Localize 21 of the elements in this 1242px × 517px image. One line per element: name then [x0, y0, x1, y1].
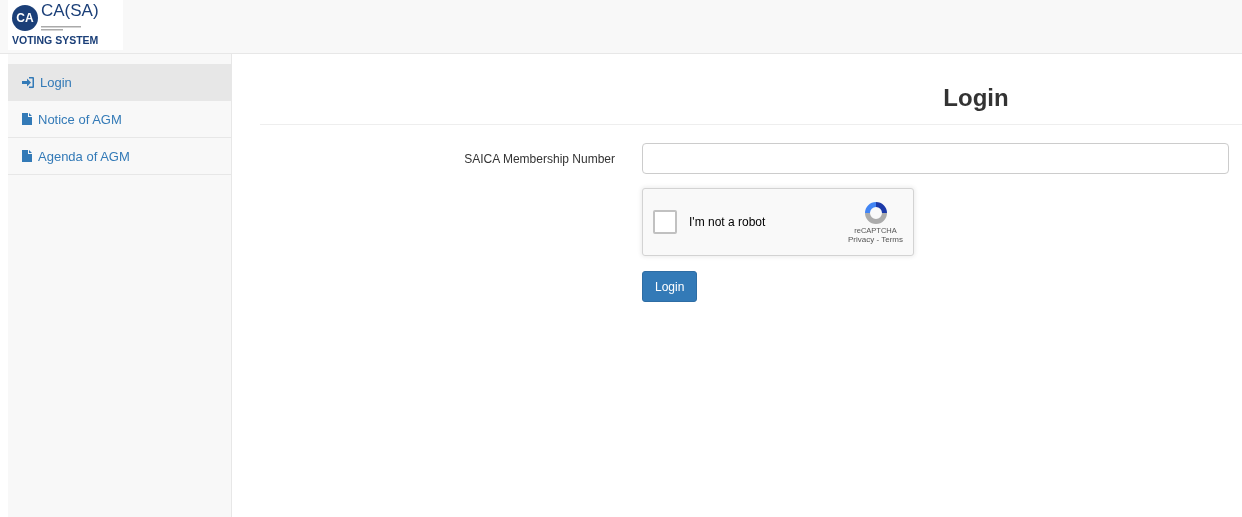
sidebar-item-label: Login — [40, 74, 72, 90]
sidebar-item[interactable]: Agenda of AGM — [8, 138, 231, 175]
sign-in-icon — [22, 76, 34, 88]
login-button[interactable]: Login — [642, 271, 698, 302]
captcha-label: I'm not a robot — [689, 215, 767, 229]
sidebar-item[interactable]: Login — [8, 64, 231, 101]
logo-tagline-drawing — [41, 26, 81, 31]
logo-subtitle: VOTING SYSTEM — [12, 34, 100, 46]
sidebar-item[interactable]: Notice of AGM — [8, 101, 231, 138]
captcha-checkbox[interactable] — [653, 210, 677, 234]
logo-mark: CA — [12, 5, 38, 31]
recaptcha-links[interactable]: Privacy - Terms — [848, 235, 903, 244]
sidebar-item-label: Agenda of AGM — [38, 148, 130, 164]
logo-name: CA(SA) — [41, 2, 99, 19]
recaptcha-logo-icon — [862, 200, 889, 226]
page-title: Login — [942, 83, 1010, 113]
sidebar-item-label: Notice of AGM — [38, 111, 122, 127]
document-icon — [22, 150, 32, 162]
membership-number-input[interactable] — [642, 143, 1229, 174]
document-icon — [22, 113, 32, 125]
field-label: SAICA Membership Number — [463, 151, 615, 166]
